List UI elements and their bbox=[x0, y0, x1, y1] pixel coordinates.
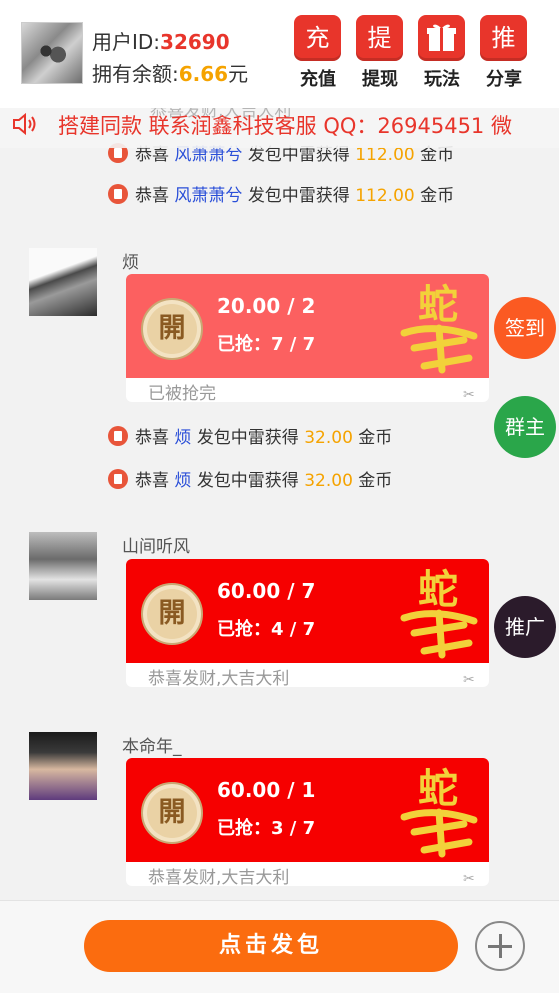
gift-icon bbox=[418, 15, 465, 61]
packet-blessing: 已被抢完 bbox=[148, 384, 216, 402]
plus-icon[interactable] bbox=[475, 921, 525, 971]
withdraw-icon: 提 bbox=[356, 15, 403, 61]
sender-name: 山间听风 bbox=[122, 537, 190, 557]
balance-row: 拥有余额:6.66元 bbox=[92, 58, 248, 87]
open-coin-icon: 開 bbox=[141, 782, 203, 844]
snake-year-art: 蛇 bbox=[400, 566, 478, 659]
notice-prefix: 恭喜 bbox=[135, 145, 169, 165]
notice-name: 烦 bbox=[174, 471, 192, 491]
svg-text:蛇: 蛇 bbox=[418, 566, 458, 613]
red-packet[interactable]: 開 60.00 / 1 已抢：3 / 7 蛇 恭喜发财,大吉大利 ✂ bbox=[126, 758, 489, 886]
notice-name: 风萧萧兮 bbox=[174, 145, 243, 165]
notice-prefix: 恭喜 bbox=[135, 186, 169, 206]
share-label: 分享 bbox=[486, 69, 522, 90]
notice-unit: 金币 bbox=[358, 471, 393, 491]
notice-amount: 32.00 bbox=[304, 428, 353, 448]
packet-blessing: 恭喜发财,大吉大利 bbox=[148, 868, 290, 886]
share-icon: 推 bbox=[480, 15, 527, 61]
scissors-icon: ✂ bbox=[463, 672, 475, 687]
packet-icon bbox=[108, 426, 128, 446]
sender-avatar[interactable] bbox=[29, 248, 97, 316]
header: 用户ID:32690 拥有余额:6.66元 充 充值 提 提现 玩法 推 分享 bbox=[0, 0, 559, 108]
user-id-label: 用户ID: bbox=[92, 30, 161, 54]
open-coin-icon: 開 bbox=[141, 583, 203, 645]
packet-blessing: 恭喜发财,大吉大利 bbox=[148, 669, 290, 687]
red-packet[interactable]: 開 60.00 / 7 已抢：4 / 7 蛇 恭喜发财,大吉大利 ✂ bbox=[126, 559, 489, 687]
balance-value: 6.66 bbox=[178, 62, 229, 86]
user-id-row: 用户ID:32690 bbox=[92, 26, 230, 55]
notice-amount: 112.00 bbox=[355, 145, 415, 165]
recharge-icon: 充 bbox=[294, 15, 341, 61]
packet-amount: 20.00 / 2 bbox=[217, 294, 316, 318]
notice-middle: 发包中雷获得 bbox=[247, 145, 350, 165]
send-packet-button[interactable]: 点击发包 bbox=[84, 920, 458, 972]
notice-amount: 32.00 bbox=[304, 471, 353, 491]
user-avatar[interactable] bbox=[21, 22, 83, 84]
balance-label: 拥有余额: bbox=[92, 62, 179, 86]
marquee-text: 搭建同款 联系润鑫科技客服 QQ：26945451 微 bbox=[58, 114, 512, 138]
withdraw-label: 提现 bbox=[362, 69, 398, 90]
balance-unit: 元 bbox=[228, 62, 249, 86]
svg-text:蛇: 蛇 bbox=[418, 765, 458, 812]
packet-icon bbox=[108, 469, 128, 489]
bottom-bar: 点击发包 bbox=[0, 900, 559, 993]
rules-label: 玩法 bbox=[424, 69, 460, 90]
win-notice: 恭喜 烦 发包中雷获得 32.00 金币 bbox=[108, 423, 392, 448]
open-coin-icon: 開 bbox=[141, 298, 203, 360]
packet-grabbed: 已抢：3 / 7 bbox=[217, 818, 316, 839]
packet-icon bbox=[108, 184, 128, 204]
withdraw-button[interactable]: 提 提现 bbox=[356, 15, 404, 91]
notice-middle: 发包中雷获得 bbox=[247, 186, 350, 206]
packet-grabbed: 已抢：4 / 7 bbox=[217, 619, 316, 640]
notice-prefix: 恭喜 bbox=[135, 471, 169, 491]
rules-button[interactable]: 玩法 bbox=[418, 15, 466, 91]
red-packet[interactable]: 開 20.00 / 2 已抢：7 / 7 蛇 已被抢完 ✂ bbox=[126, 274, 489, 402]
speaker-icon bbox=[13, 112, 36, 136]
win-notice: 恭喜 风萧萧兮 发包中雷获得 112.00 金币 bbox=[108, 181, 454, 206]
sender-avatar[interactable] bbox=[29, 532, 97, 600]
sender-name: 本命年_ bbox=[122, 737, 182, 757]
scissors-icon: ✂ bbox=[463, 871, 475, 886]
notice-name: 烦 bbox=[174, 428, 192, 448]
promote-button[interactable]: 推广 bbox=[494, 596, 556, 658]
packet-amount: 60.00 / 1 bbox=[217, 778, 316, 802]
share-button[interactable]: 推 分享 bbox=[480, 15, 528, 91]
sender-name: 烦 bbox=[122, 253, 139, 273]
scissors-icon: ✂ bbox=[463, 387, 475, 402]
packet-amount: 60.00 / 7 bbox=[217, 579, 316, 603]
notice-middle: 发包中雷获得 bbox=[196, 428, 299, 448]
notice-amount: 112.00 bbox=[355, 186, 415, 206]
sign-in-button[interactable]: 签到 bbox=[494, 297, 556, 359]
notice-unit: 金币 bbox=[420, 186, 455, 206]
recharge-label: 充值 bbox=[300, 69, 336, 90]
snake-year-art: 蛇 bbox=[400, 281, 478, 374]
notice-prefix: 恭喜 bbox=[135, 428, 169, 448]
packet-grabbed: 已抢：7 / 7 bbox=[217, 334, 316, 355]
user-id-value: 32690 bbox=[160, 30, 230, 54]
sender-avatar[interactable] bbox=[29, 732, 97, 800]
group-owner-button[interactable]: 群主 bbox=[494, 396, 556, 458]
snake-year-art: 蛇 bbox=[400, 765, 478, 858]
notice-unit: 金币 bbox=[358, 428, 393, 448]
win-notice: 恭喜 烦 发包中雷获得 32.00 金币 bbox=[108, 466, 392, 491]
notice-name: 风萧萧兮 bbox=[174, 186, 243, 206]
notice-middle: 发包中雷获得 bbox=[196, 471, 299, 491]
svg-text:蛇: 蛇 bbox=[418, 281, 458, 328]
notice-unit: 金币 bbox=[420, 145, 455, 165]
recharge-button[interactable]: 充 充值 bbox=[294, 15, 342, 91]
